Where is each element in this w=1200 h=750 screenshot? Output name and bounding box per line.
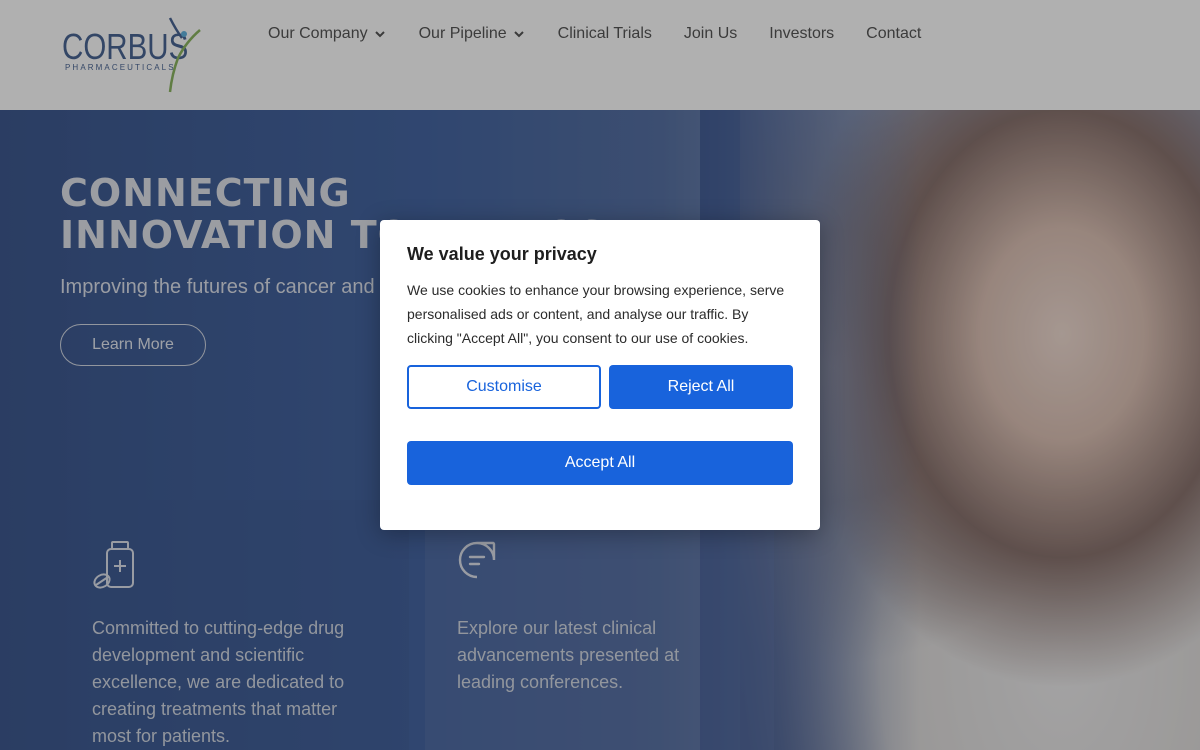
customise-button[interactable]: Customise	[407, 365, 601, 409]
accept-all-button[interactable]: Accept All	[407, 441, 793, 485]
cookie-dialog-title: We value your privacy	[407, 244, 597, 264]
reject-all-button[interactable]: Reject All	[609, 365, 793, 409]
cookie-consent-dialog: We value your privacy We use cookies to …	[380, 220, 820, 530]
cookie-dialog-body: We use cookies to enhance your browsing …	[407, 282, 785, 346]
